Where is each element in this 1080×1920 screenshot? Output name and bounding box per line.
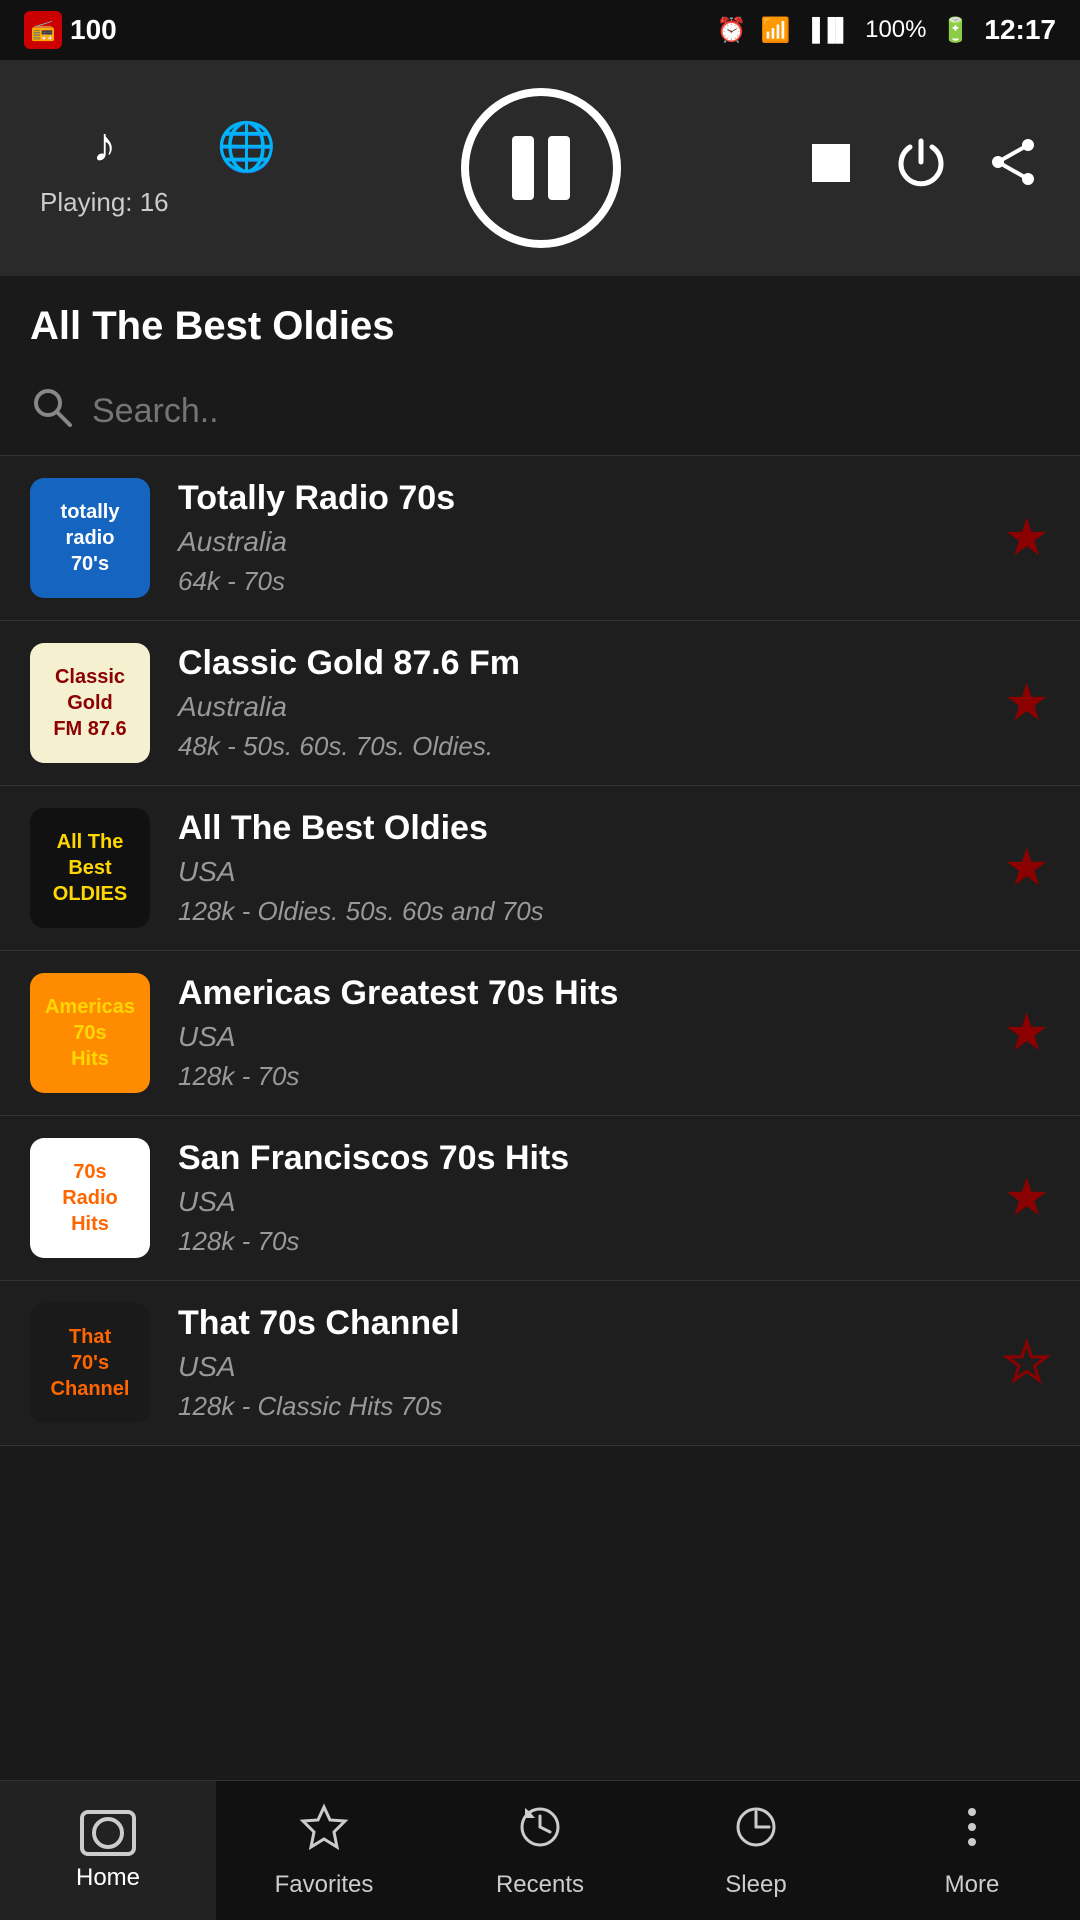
signal-icon: ▐▐▌ [804,17,851,43]
station-info: That 70s Channel USA 128k - Classic Hits… [178,1304,983,1422]
pause-button[interactable] [461,88,621,248]
nav-recents[interactable]: Recents [432,1781,648,1920]
station-country: Australia [178,526,983,558]
sleep-icon [731,1802,781,1863]
playing-label: Playing: 16 [40,187,169,218]
station-item[interactable]: 70sRadioHits San Franciscos 70s Hits USA… [0,1116,1080,1281]
status-left: 📻 100 [24,11,117,49]
favorite-star[interactable]: ★ [1003,508,1050,568]
nav-more-label: More [945,1871,1000,1899]
station-country: USA [178,1186,983,1218]
home-icon [80,1810,136,1856]
station-name: San Franciscos 70s Hits [178,1139,983,1178]
player-header: ♪ Playing: 16 🌐 [0,60,1080,276]
pause-icon [512,136,570,200]
station-info: Classic Gold 87.6 Fm Australia 48k - 50s… [178,644,983,762]
station-logo: ClassicGoldFM 87.6 [30,643,150,763]
favorite-star[interactable]: ★ [1003,1003,1050,1063]
station-country: USA [178,1351,983,1383]
nav-more[interactable]: More [864,1781,1080,1920]
battery-icon: 🔋 [940,16,970,45]
alarm-icon: ⏰ [717,16,747,45]
station-details: 128k - Oldies. 50s. 60s and 70s [178,896,983,927]
station-name: That 70s Channel [178,1304,983,1343]
music-note-icon[interactable]: ♪ [92,118,116,173]
favorite-star[interactable]: ★ [1003,673,1050,733]
station-name: Americas Greatest 70s Hits [178,974,983,1013]
search-input[interactable] [92,392,1050,431]
station-logo: 70sRadioHits [30,1138,150,1258]
station-item[interactable]: ClassicGoldFM 87.6 Classic Gold 87.6 Fm … [0,621,1080,786]
wifi-icon: 📶 [760,16,790,45]
status-time: 12:17 [984,14,1056,46]
station-logo: That70'sChannel [30,1303,150,1423]
status-bar: 📻 100 ⏰ 📶 ▐▐▌ 100% 🔋 12:17 [0,0,1080,60]
station-logo: All The BestOLDIES [30,808,150,928]
station-list: totallyradio70's Totally Radio 70s Austr… [0,456,1080,1776]
favorite-star[interactable]: ★ [1003,1168,1050,1228]
station-country: USA [178,1021,983,1053]
station-info: Totally Radio 70s Australia 64k - 70s [178,479,983,597]
bottom-nav: Home Favorites Recents Sleep [0,1780,1080,1920]
station-name: Classic Gold 87.6 Fm [178,644,983,683]
player-left-controls: ♪ Playing: 16 🌐 [40,118,276,218]
station-country: USA [178,856,983,888]
station-name: Totally Radio 70s [178,479,983,518]
search-bar [0,367,1080,456]
station-logo: totallyradio70's [30,478,150,598]
more-icon [947,1802,997,1863]
nav-favorites[interactable]: Favorites [216,1781,432,1920]
recents-icon [515,1802,565,1863]
station-item[interactable]: totallyradio70's Totally Radio 70s Austr… [0,456,1080,621]
current-station-title: All The Best Oldies [0,276,1080,367]
favorite-star[interactable]: ★ [1003,838,1050,898]
station-logo: Americas70sHits [30,973,150,1093]
station-details: 128k - Classic Hits 70s [178,1391,983,1422]
nav-sleep-label: Sleep [725,1871,786,1899]
status-right: ⏰ 📶 ▐▐▌ 100% 🔋 12:17 [717,14,1056,46]
globe-icon[interactable]: 🌐 [217,118,277,175]
nav-home-label: Home [76,1864,140,1892]
station-name: All The Best Oldies [178,809,983,848]
stop-button[interactable] [806,138,856,198]
nav-favorites-label: Favorites [275,1871,374,1899]
station-details: 128k - 70s [178,1226,983,1257]
station-info: All The Best Oldies USA 128k - Oldies. 5… [178,809,983,927]
station-item[interactable]: That70'sChannel That 70s Channel USA 128… [0,1281,1080,1446]
favorites-icon [299,1802,349,1863]
player-right-controls [806,135,1040,201]
station-details: 128k - 70s [178,1061,983,1092]
station-country: Australia [178,691,983,723]
station-details: 64k - 70s [178,566,983,597]
share-button[interactable] [986,135,1040,201]
station-details: 48k - 50s. 60s. 70s. Oldies. [178,731,983,762]
station-item[interactable]: All The BestOLDIES All The Best Oldies U… [0,786,1080,951]
nav-home[interactable]: Home [0,1781,216,1920]
search-icon [30,385,72,437]
nav-recents-label: Recents [496,1871,584,1899]
favorite-star[interactable]: ★ [1003,1333,1050,1393]
status-number: 100 [70,14,117,46]
station-info: Americas Greatest 70s Hits USA 128k - 70… [178,974,983,1092]
nav-sleep[interactable]: Sleep [648,1781,864,1920]
station-info: San Franciscos 70s Hits USA 128k - 70s [178,1139,983,1257]
station-item[interactable]: Americas70sHits Americas Greatest 70s Hi… [0,951,1080,1116]
battery-label: 100% [865,16,926,44]
power-button[interactable] [894,135,948,201]
app-icon: 📻 [24,11,62,49]
